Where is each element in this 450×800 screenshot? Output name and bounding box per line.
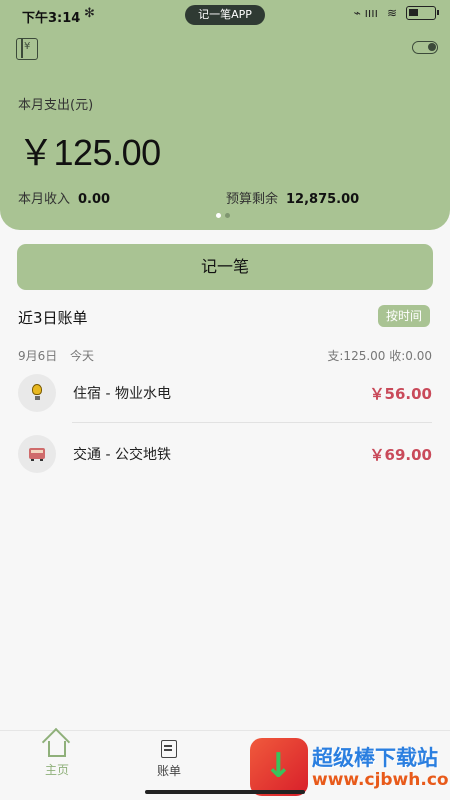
page-indicator <box>216 213 230 218</box>
bill-item[interactable]: 交通 - 公交地铁 ￥69.00 <box>18 424 432 484</box>
month-summary-card: ¥ 本月支出(元) ￥125.00 本月收入 0.00 预算剩余 12,875.00 <box>0 30 450 230</box>
nav-bill-label: 账单 <box>156 764 181 778</box>
book-icon-glyph: ¥ <box>24 41 31 52</box>
nav-home-label: 主页 <box>44 763 69 777</box>
bill-item-title: 住宿 - 物业水电 <box>73 386 171 402</box>
home-icon <box>48 741 66 757</box>
recent-bills-title: 近3日账单 <box>18 309 88 327</box>
watermark-text: 超级棒下载站 <box>312 746 438 770</box>
month-spend-amount: ￥125.00 <box>18 132 161 173</box>
income-value: 0.00 <box>78 192 111 207</box>
watermark-logo <box>250 738 308 796</box>
wifi-icon: ≋ <box>386 6 397 20</box>
bill-item-title: 交通 - 公交地铁 <box>73 447 171 463</box>
budget-remaining: 预算剩余 12,875.00 <box>226 188 359 207</box>
app-name-pill: 记一笔APP <box>185 5 265 25</box>
month-spend-label: 本月支出(元) <box>18 98 94 113</box>
nav-home[interactable]: 主页 <box>27 739 87 778</box>
ledger-book-icon[interactable]: ¥ <box>16 38 38 60</box>
status-icons: ⌁ ıııı ≋ <box>353 6 439 20</box>
toggle-icon[interactable] <box>412 41 438 54</box>
page-dot <box>225 213 230 218</box>
month-income: 本月收入 0.00 <box>18 188 110 207</box>
sort-by-time-button[interactable]: 按时间 <box>378 305 430 327</box>
income-label: 本月收入 <box>18 192 71 207</box>
bill-item-amount: ￥56.00 <box>369 385 432 403</box>
day-date: 9月6日 <box>18 349 58 363</box>
signal-icon: ⌁ ıııı <box>353 6 378 20</box>
bus-icon <box>18 435 56 473</box>
lightbulb-icon <box>18 374 56 412</box>
day-summary: 支:125.00 收:0.00 <box>327 349 432 363</box>
budget-label: 预算剩余 <box>226 192 279 207</box>
record-entry-button[interactable]: 记一笔 <box>17 244 433 290</box>
status-bar: 下午3:14 ✻ 记一笔APP ⌁ ıııı ≋ <box>0 0 450 30</box>
bill-item[interactable]: 住宿 - 物业水电 ￥56.00 <box>18 363 432 423</box>
bill-icon <box>161 740 177 758</box>
home-indicator <box>145 790 305 794</box>
day-label: 今天 <box>70 349 95 363</box>
battery-icon <box>406 6 439 20</box>
status-time: 下午3:14 <box>22 11 81 26</box>
budget-value: 12,875.00 <box>286 192 360 207</box>
divider <box>72 422 432 423</box>
watermark-url: www.cjbwh.com <box>312 770 450 790</box>
nav-bill[interactable]: 账单 <box>139 739 199 779</box>
page-dot-active <box>216 213 221 218</box>
bill-item-amount: ￥69.00 <box>369 446 432 464</box>
bluetooth-icon: ✻ <box>84 6 95 21</box>
